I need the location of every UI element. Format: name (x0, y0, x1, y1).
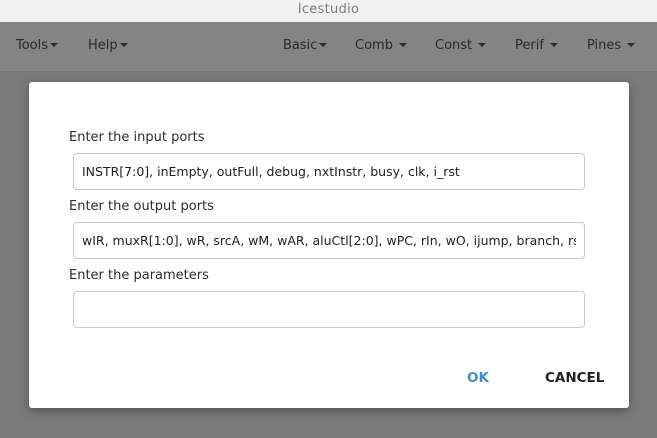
input-ports-field[interactable] (73, 153, 585, 190)
cancel-button[interactable]: CANCEL (545, 368, 604, 388)
menu-perif-label: Perif (515, 38, 544, 53)
chevron-down-icon (478, 42, 487, 47)
menu-const[interactable]: Const (435, 22, 487, 70)
chevron-down-icon (398, 42, 407, 47)
menu-basic-label: Basic (283, 38, 318, 53)
chevron-down-icon (627, 42, 636, 47)
menu-help[interactable]: Help (88, 22, 128, 70)
menu-pines-label: Pines (587, 38, 622, 53)
menu-pines[interactable]: Pines (587, 22, 636, 70)
parameters-field[interactable] (73, 291, 585, 328)
menu-bar: Tools Help Basic Comb Const Perif Pines (0, 22, 657, 72)
menu-perif[interactable]: Perif (515, 22, 558, 70)
title-bar: Icestudio (0, 0, 657, 22)
ok-button[interactable]: OK (467, 368, 489, 388)
chevron-down-icon (50, 42, 59, 47)
menu-comb-label: Comb (355, 38, 393, 53)
output-ports-field[interactable] (73, 222, 585, 259)
chevron-down-icon (119, 42, 128, 47)
ports-dialog: Enter the input ports Enter the output p… (29, 82, 629, 408)
menu-help-label: Help (88, 38, 118, 53)
menu-basic[interactable]: Basic (283, 22, 328, 70)
menu-tools[interactable]: Tools (16, 22, 59, 70)
chevron-down-icon (319, 42, 328, 47)
window-title: Icestudio (297, 2, 360, 17)
app-window: Icestudio Tools Help Basic Comb Const Pe… (0, 0, 657, 438)
output-ports-label: Enter the output ports (69, 199, 214, 214)
menu-comb[interactable]: Comb (355, 22, 407, 70)
menu-tools-label: Tools (16, 38, 49, 53)
menu-const-label: Const (435, 38, 473, 53)
chevron-down-icon (549, 42, 558, 47)
parameters-label: Enter the parameters (69, 268, 209, 283)
input-ports-label: Enter the input ports (69, 130, 205, 145)
